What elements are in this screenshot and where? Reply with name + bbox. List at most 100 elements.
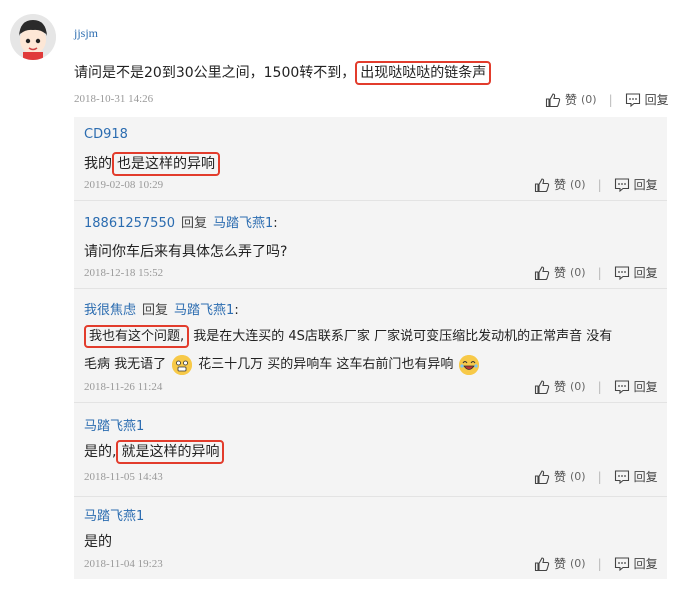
like-count: (0) xyxy=(570,380,586,393)
reply-actions: 赞 (0) | 回复 xyxy=(534,176,658,193)
replies-panel: CD918 我的 也是这样的异响 2019-02-08 10:29 赞 (0) | … xyxy=(74,117,667,579)
reply-text-plain: 我是在大连买的 4S店联系厂家 厂家说可变压缩比发动机的正常声音 没有 xyxy=(193,329,613,344)
reply-actions: 赞 (0) | 回复 xyxy=(534,468,658,485)
divider: | xyxy=(597,469,602,484)
thumbs-up-icon xyxy=(534,379,550,394)
comment-text-plain: 请问是不是20到30公里之间，1500转不到， xyxy=(74,65,356,81)
like-label: 赞 xyxy=(554,470,567,484)
like-count: (0) xyxy=(570,178,586,191)
reply-text-highlight: 也是这样的异响 xyxy=(112,152,220,176)
shocked-face-emoji xyxy=(172,354,193,375)
like-button[interactable]: 赞 (0) xyxy=(534,378,586,395)
like-count: (0) xyxy=(570,557,586,570)
reply-button[interactable]: 回复 xyxy=(614,555,658,572)
comment-icon xyxy=(614,265,629,280)
shocked-face-icon xyxy=(172,354,193,375)
reply-author[interactable]: CD918 xyxy=(84,127,128,142)
reply-target[interactable]: 马踏飞燕1 xyxy=(213,216,273,231)
reply-header: 18861257550 回复 马踏飞燕1: xyxy=(84,212,278,231)
laughing-face-icon xyxy=(459,354,480,375)
reply-text-line-1: 我也有这个问题, 我是在大连买的 4S店联系厂家 厂家说可变压缩比发动机的正常声… xyxy=(84,325,613,348)
reply-word: 回复 xyxy=(142,303,169,318)
reply-button[interactable]: 回复 xyxy=(614,468,658,485)
reply-item: 18861257550 回复 马踏飞燕1: 请问你车后来有具体怎么弄了吗? 2018… xyxy=(74,201,667,289)
reply-header: 我很焦虑 回复 马踏飞燕1: xyxy=(84,299,239,318)
like-count: (0) xyxy=(570,470,586,483)
thumbs-up-icon xyxy=(534,469,550,484)
like-count: (0) xyxy=(581,93,597,106)
reply-text-plain: 毛病 我无语了 xyxy=(84,357,167,372)
reply-item: 马踏飞燕1 是的, 就是这样的异响 2018-11-05 14:43 赞 (0) |… xyxy=(74,403,667,497)
avatar[interactable] xyxy=(10,14,56,60)
like-button[interactable]: 赞 (0) xyxy=(534,176,586,193)
reply-label: 回复 xyxy=(633,557,658,571)
reply-author[interactable]: 我很焦虑 xyxy=(84,303,136,318)
reply-date: 2019-02-08 10:29 xyxy=(84,179,164,191)
reply-label: 回复 xyxy=(633,470,658,484)
reply-text-line-2: 毛病 我无语了 花三十几万 买的异响车 这车右前门也有异响 xyxy=(84,353,485,375)
reply-colon: : xyxy=(234,303,239,318)
reply-actions: 赞 (0) | 回复 xyxy=(534,264,658,281)
comment-icon xyxy=(625,92,640,107)
reply-actions: 赞 (0) | 回复 xyxy=(534,555,658,572)
reply-button[interactable]: 回复 xyxy=(625,91,669,108)
reply-item: CD918 我的 也是这样的异响 2019-02-08 10:29 赞 (0) | … xyxy=(74,117,667,201)
reply-text: 我的 也是这样的异响 xyxy=(84,152,220,176)
divider: | xyxy=(597,265,602,280)
reply-author[interactable]: 马踏飞燕1 xyxy=(84,509,144,524)
comment-text: 请问是不是20到30公里之间，1500转不到， 出现哒哒哒的链条声 xyxy=(74,61,492,85)
reply-header: 马踏飞燕1 xyxy=(84,505,144,524)
reply-text-plain: 花三十几万 买的异响车 这车右前门也有异响 xyxy=(198,357,454,372)
like-label: 赞 xyxy=(554,380,567,394)
like-label: 赞 xyxy=(554,557,567,571)
reply-colon: : xyxy=(273,216,278,231)
like-button[interactable]: 赞 (0) xyxy=(534,468,586,485)
reply-text-plain: 我的 xyxy=(84,156,112,172)
divider: | xyxy=(597,177,602,192)
thumbs-up-icon xyxy=(545,92,561,107)
comment-author[interactable]: jjsjm xyxy=(74,26,98,41)
reply-target[interactable]: 马踏飞燕1 xyxy=(174,303,234,318)
reply-label: 回复 xyxy=(633,178,658,192)
reply-button[interactable]: 回复 xyxy=(614,378,658,395)
thumbs-up-icon xyxy=(534,177,550,192)
reply-text: 请问你车后来有具体怎么弄了吗? xyxy=(84,244,288,260)
reply-header: 马踏飞燕1 xyxy=(84,415,144,434)
like-label: 赞 xyxy=(565,93,578,107)
reply-text-highlight: 就是这样的异响 xyxy=(116,440,225,464)
divider: | xyxy=(597,379,602,394)
reply-date: 2018-11-26 11:24 xyxy=(84,381,163,393)
comment-date: 2018-10-31 14:26 xyxy=(74,93,154,105)
comment-icon xyxy=(614,556,629,571)
reply-author[interactable]: 18861257550 xyxy=(84,216,175,231)
like-button[interactable]: 赞 (0) xyxy=(534,555,586,572)
like-button[interactable]: 赞 (0) xyxy=(545,91,597,108)
laughing-face-emoji xyxy=(459,354,480,375)
thumbs-up-icon xyxy=(534,556,550,571)
avatar-cartoon-icon xyxy=(10,14,56,60)
comment-icon xyxy=(614,177,629,192)
comment-text-highlight: 出现哒哒哒的链条声 xyxy=(355,61,492,85)
divider: | xyxy=(597,556,602,571)
like-button[interactable]: 赞 (0) xyxy=(534,264,586,281)
reply-date: 2018-11-05 14:43 xyxy=(84,471,163,483)
divider: | xyxy=(608,92,613,107)
reply-text: 是的 xyxy=(84,534,112,550)
comment-icon xyxy=(614,469,629,484)
reply-actions: 赞 (0) | 回复 xyxy=(534,378,658,395)
reply-label: 回复 xyxy=(633,380,658,394)
like-label: 赞 xyxy=(554,266,567,280)
reply-word: 回复 xyxy=(180,216,207,231)
reply-item: 马踏飞燕1 是的 2018-11-04 19:23 赞 (0) | 回复 xyxy=(74,497,667,579)
reply-button[interactable]: 回复 xyxy=(614,176,658,193)
reply-button[interactable]: 回复 xyxy=(614,264,658,281)
comment-icon xyxy=(614,379,629,394)
reply-date: 2018-12-18 15:52 xyxy=(84,267,164,279)
reply-item: 我很焦虑 回复 马踏飞燕1: 我也有这个问题, 我是在大连买的 4S店联系厂家 厂家… xyxy=(74,289,667,403)
reply-text: 是的, 就是这样的异响 xyxy=(84,440,225,464)
reply-date: 2018-11-04 19:23 xyxy=(84,558,163,570)
reply-author[interactable]: 马踏飞燕1 xyxy=(84,419,144,434)
reply-text-plain: 是的, xyxy=(84,444,117,460)
like-label: 赞 xyxy=(554,178,567,192)
reply-text-highlight: 我也有这个问题, xyxy=(84,325,190,348)
